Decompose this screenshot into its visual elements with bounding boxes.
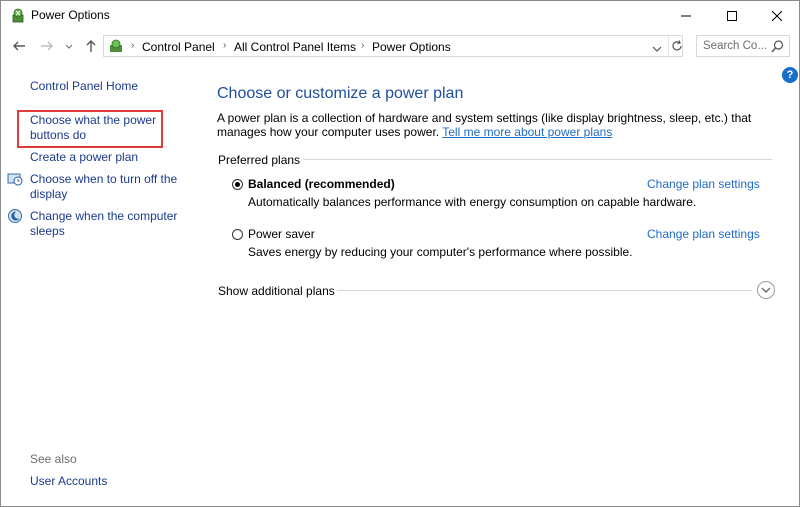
address-dropdown-chevron-icon[interactable]	[652, 41, 662, 59]
search-placeholder: Search Co...	[703, 40, 767, 52]
page-description: A power plan is a collection of hardware…	[217, 111, 777, 139]
power-saver-radio[interactable]	[232, 229, 243, 240]
page-title: Choose or customize a power plan	[217, 85, 464, 102]
refresh-icon	[672, 40, 682, 51]
sidebar-link-sleep[interactable]: Change when the computer sleeps	[30, 209, 177, 239]
forward-arrow-icon[interactable]	[39, 38, 55, 54]
sidebar-link-label: Choose what the power	[30, 113, 157, 127]
sidebar-link-label: sleeps	[30, 224, 65, 238]
sidebar-link-label: Create a power plan	[30, 150, 139, 164]
close-icon	[772, 11, 782, 21]
sidebar-link-label: buttons do	[30, 128, 87, 142]
change-plan-settings-power-saver[interactable]: Change plan settings	[647, 227, 760, 241]
address-bar[interactable]: › Control Panel › All Control Panel Item…	[103, 35, 683, 57]
plan-name-balanced[interactable]: Balanced (recommended)	[248, 177, 395, 191]
recent-locations-chevron-icon[interactable]	[64, 38, 80, 54]
navigation-bar: › Control Panel › All Control Panel Item…	[1, 34, 799, 60]
up-arrow-icon[interactable]	[83, 38, 99, 54]
breadcrumb-separator-icon: ›	[131, 40, 135, 51]
plan-description-balanced: Automatically balances performance with …	[248, 195, 697, 209]
show-additional-plans-label[interactable]: Show additional plans	[218, 284, 335, 298]
breadcrumb-power-options[interactable]: Power Options	[372, 40, 451, 54]
breadcrumb-separator-icon: ›	[223, 40, 227, 51]
breadcrumb-control-panel[interactable]: Control Panel	[142, 40, 215, 54]
maximize-icon	[727, 11, 737, 21]
power-options-icon	[10, 8, 26, 24]
back-arrow-icon[interactable]	[11, 38, 27, 54]
plan-description-power-saver: Saves energy by reducing your computer's…	[248, 245, 633, 259]
chevron-down-icon	[761, 287, 771, 293]
display-clock-icon	[7, 171, 23, 187]
refresh-button[interactable]	[668, 36, 684, 56]
sidebar-link-label: Choose when to turn off the	[30, 172, 178, 186]
search-icon[interactable]	[771, 40, 784, 58]
group-divider	[337, 290, 752, 291]
group-divider	[303, 159, 772, 160]
maximize-button[interactable]	[710, 1, 755, 31]
breadcrumb-separator-icon: ›	[361, 40, 365, 51]
sleep-moon-icon	[7, 208, 23, 224]
search-box[interactable]: Search Co...	[696, 35, 790, 57]
window-title: Power Options	[31, 8, 110, 22]
control-panel-icon	[108, 38, 124, 54]
user-accounts-link[interactable]: User Accounts	[30, 474, 107, 489]
close-button[interactable]	[755, 1, 799, 31]
sidebar-link-create-plan[interactable]: Create a power plan	[30, 150, 138, 165]
minimize-button[interactable]	[664, 1, 709, 31]
control-panel-home-link[interactable]: Control Panel Home	[30, 79, 138, 94]
change-plan-settings-balanced[interactable]: Change plan settings	[647, 177, 760, 191]
tell-me-more-link[interactable]: Tell me more about power plans	[442, 125, 612, 139]
help-icon[interactable]: ?	[782, 67, 798, 83]
see-also-heading: See also	[30, 452, 77, 466]
sidebar-link-display-off[interactable]: Choose when to turn off the display	[30, 172, 177, 202]
plan-name-power-saver[interactable]: Power saver	[248, 227, 315, 241]
breadcrumb-all-items[interactable]: All Control Panel Items	[234, 40, 356, 54]
title-bar: Power Options	[1, 1, 799, 31]
sidebar-link-label: Change when the computer	[30, 209, 178, 223]
minimize-icon	[681, 15, 691, 17]
balanced-radio[interactable]	[232, 179, 243, 190]
preferred-plans-label: Preferred plans	[218, 153, 301, 167]
sidebar-link-label: display	[30, 187, 68, 201]
sidebar-link-power-buttons[interactable]: Choose what the power buttons do	[30, 113, 156, 143]
power-options-window: Power Options › Control Panel › All Cont…	[0, 0, 800, 507]
expand-additional-plans-button[interactable]	[757, 281, 775, 299]
